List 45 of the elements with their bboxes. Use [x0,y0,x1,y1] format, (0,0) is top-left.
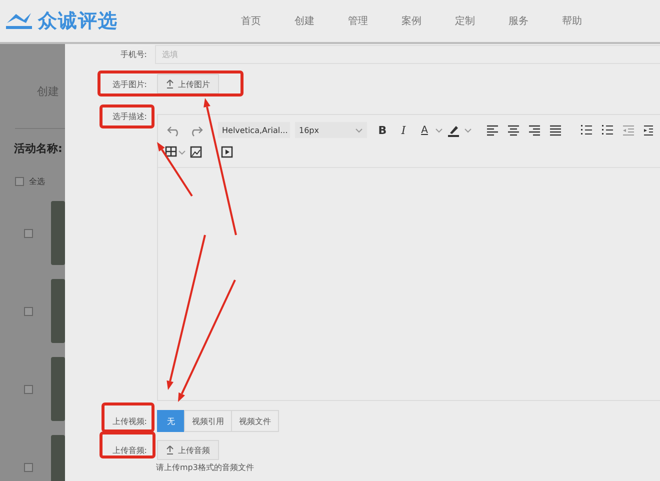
photo-placeholder [51,201,65,265]
tab-label: 创建 [37,84,60,98]
checkbox[interactable] [24,228,33,238]
nav-link[interactable]: 管理 [331,14,384,28]
nav-link[interactable]: 首页 [224,14,278,28]
annotation-box [100,104,154,128]
field-label: 选手描述: [111,111,148,122]
upload-icon [166,445,174,455]
field-label: 上传视频: [111,416,148,426]
segment-option[interactable]: 视频引用 [184,410,232,432]
logo-text: 众诚评选 [38,9,118,34]
field-label: 选手图片: [111,78,148,90]
nav-link[interactable]: 创建 [278,14,331,28]
field-label: 手机号: [119,48,148,60]
rich-text-editor[interactable]: Helvetica,Arial... 16px B I A [157,114,660,401]
select-all-label: 全选 [29,176,45,187]
nav-link[interactable]: 服务 [492,14,545,28]
hint-text: 请上传mp3格式的音频文件 [156,462,255,473]
photo-placeholder [51,279,65,343]
font-select[interactable]: Helvetica,Arial... [218,122,290,138]
annotation-box [102,402,154,432]
italic-button[interactable]: I [393,120,414,140]
placeholder-text: 选填 [162,48,178,60]
field-label: 上传音频: [111,444,148,456]
annotation-arrow [157,142,193,197]
upload-button[interactable]: 上传图片 [157,74,219,94]
nav-link[interactable]: 帮助 [545,14,598,28]
checkbox[interactable] [24,306,33,316]
nav-link[interactable]: 案例 [384,14,438,28]
nav-link[interactable]: 定制 [438,14,492,28]
upload-button[interactable]: 上传音频 [157,440,219,460]
checkbox[interactable] [24,384,33,394]
annotation-box [100,432,156,458]
photo-placeholder [51,435,65,481]
segment-option[interactable]: 视频文件 [231,410,279,432]
photo-placeholder [51,357,65,421]
checkbox[interactable] [15,177,24,186]
bold-button[interactable]: B [372,120,393,140]
font-size-select[interactable]: 16px [295,122,367,138]
font-color-button[interactable]: A [414,120,435,140]
section-heading: 活动名称: [14,141,64,156]
chevron-down-icon [355,126,363,134]
upload-icon [166,79,174,89]
segment-option[interactable]: 无 [157,410,185,432]
checkbox[interactable] [24,462,33,472]
